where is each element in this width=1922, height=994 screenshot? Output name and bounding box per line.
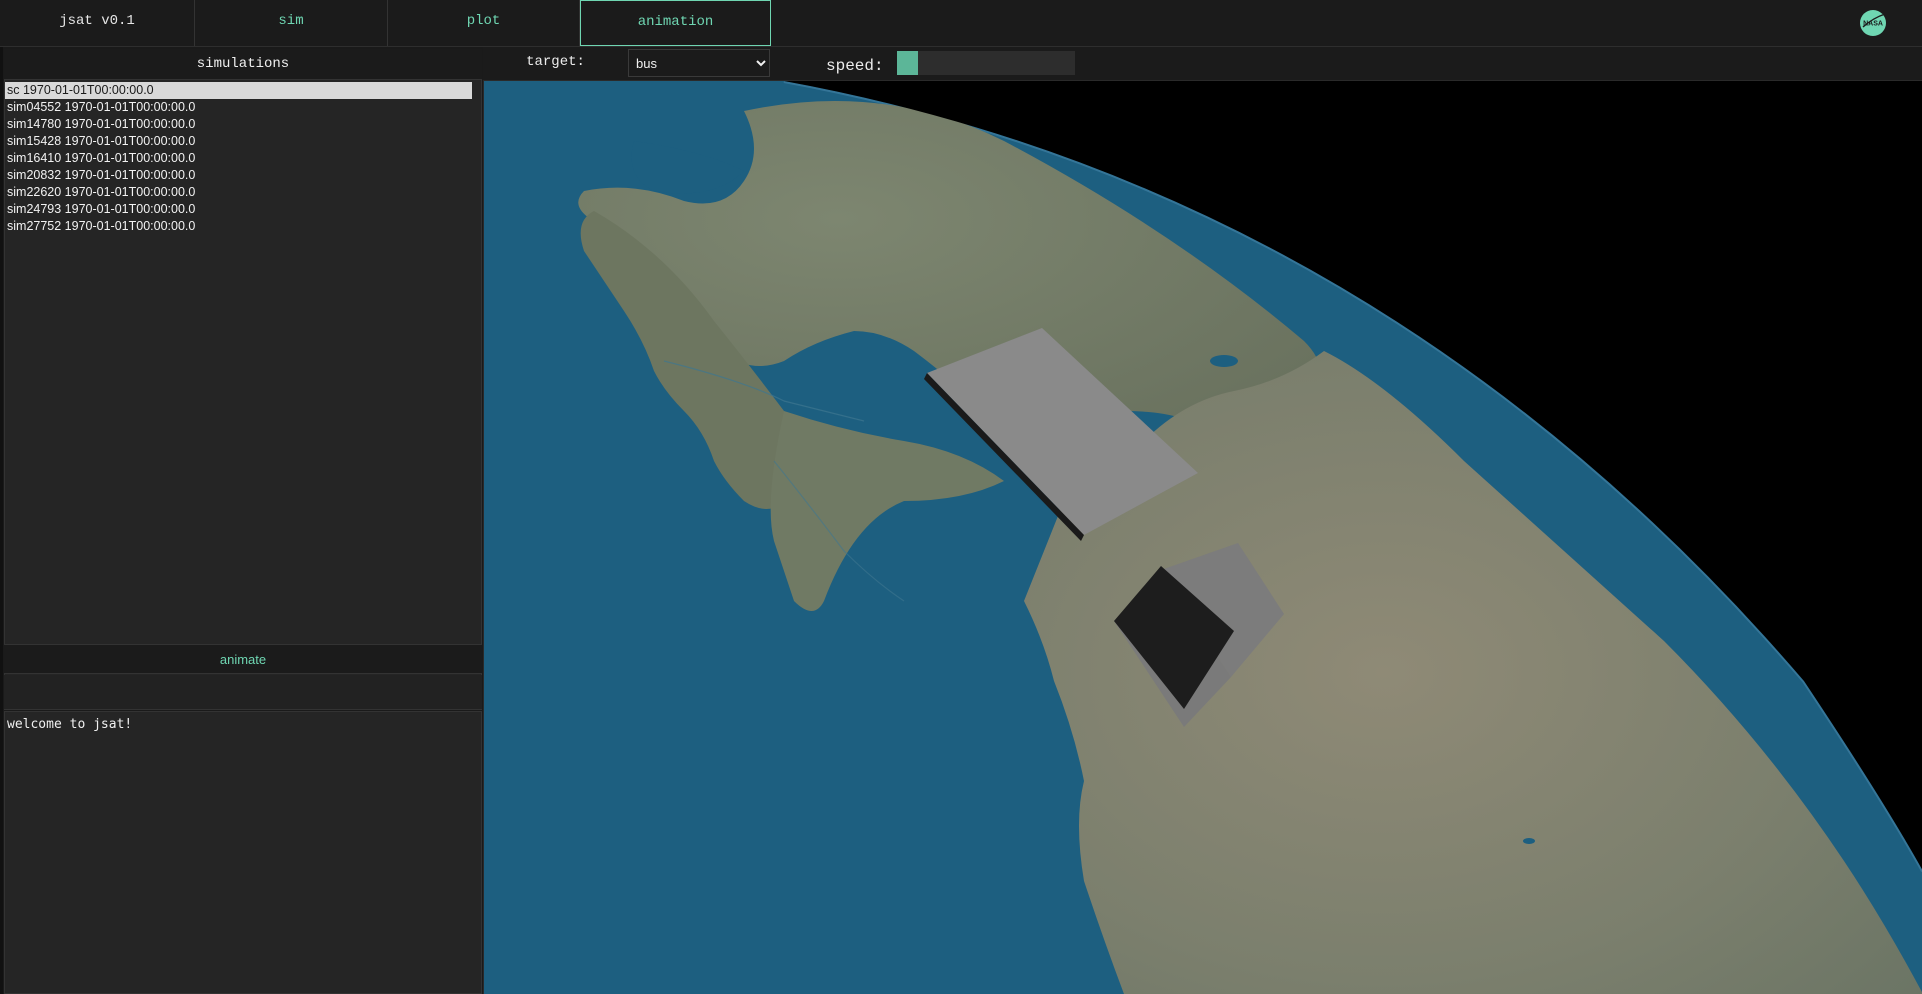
tab-plot[interactable]: plot [388,0,580,46]
animation-viewport[interactable] [483,81,1922,994]
list-item[interactable]: sim27752 1970-01-01T00:00:00.0 [5,218,481,235]
tab-sim[interactable]: sim [195,0,388,46]
list-item[interactable]: sim24793 1970-01-01T00:00:00.0 [5,201,481,218]
list-item[interactable]: sim14780 1970-01-01T00:00:00.0 [5,116,481,133]
animate-button[interactable]: animate [4,644,482,674]
app-title: jsat v0.1 [0,0,195,46]
speed-label: speed: [826,57,884,75]
nasa-logo-text: NASA [1863,21,1883,28]
list-item[interactable]: sim20832 1970-01-01T00:00:00.0 [5,167,481,184]
earth-scene[interactable] [484,81,1922,994]
animation-toolbar: target: bus speed: [483,47,1922,81]
list-item[interactable]: sim22620 1970-01-01T00:00:00.0 [5,184,481,201]
target-select[interactable]: bus [628,49,770,77]
top-nav: jsat v0.1 sim plot animation NASA [0,0,1922,47]
tab-animation[interactable]: animation [580,0,771,46]
left-edge-divider [0,47,3,994]
simulations-list[interactable]: sc 1970-01-01T00:00:00.0 sim04552 1970-0… [4,79,482,690]
left-panel: simulations sc 1970-01-01T00:00:00.0 sim… [0,47,483,994]
speed-slider[interactable] [897,51,1075,75]
list-item[interactable]: sc 1970-01-01T00:00:00.0 [5,82,472,99]
speed-slider-fill[interactable] [897,51,919,75]
simulations-header: simulations [4,49,482,79]
nasa-logo: NASA [1860,10,1886,36]
lake [1210,355,1238,367]
list-item[interactable]: sim15428 1970-01-01T00:00:00.0 [5,133,481,150]
status-strip [4,675,482,710]
lake [1523,838,1535,844]
list-item[interactable]: sim04552 1970-01-01T00:00:00.0 [5,99,481,116]
target-label: target: [526,54,585,70]
list-item[interactable]: sim16410 1970-01-01T00:00:00.0 [5,150,481,167]
console-output[interactable]: welcome to jsat! [4,711,482,994]
